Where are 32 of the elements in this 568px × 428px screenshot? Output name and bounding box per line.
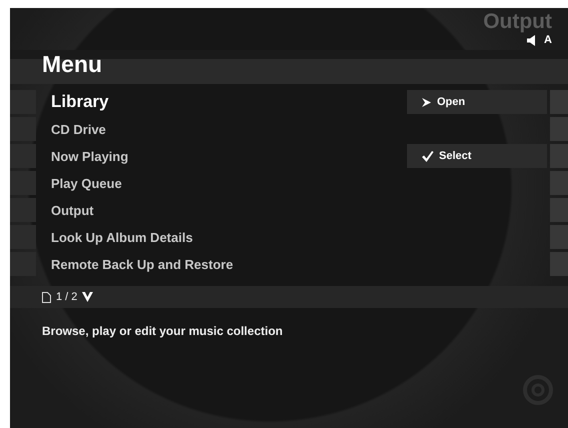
checkmark-icon: [421, 150, 434, 162]
page-icon: [42, 292, 51, 302]
row-tile: [10, 90, 36, 114]
select-button[interactable]: Select: [407, 144, 547, 168]
row-tile: [10, 171, 36, 195]
chevron-down-icon[interactable]: [82, 292, 94, 302]
row-tile: [10, 252, 36, 276]
row-tile: [10, 198, 36, 222]
row-tile: [550, 90, 568, 114]
context-title: Output: [483, 10, 552, 34]
menu-item[interactable]: Output: [39, 198, 404, 222]
row-tile: [550, 117, 568, 141]
menu-item[interactable]: Look Up Album Details: [39, 225, 404, 249]
menu-item[interactable]: Remote Back Up and Restore: [39, 252, 404, 276]
chevron-right-icon: [421, 96, 432, 108]
row-tile: [550, 144, 568, 168]
description-text: Browse, play or edit your music collection: [42, 324, 284, 338]
row-tile: [550, 198, 568, 222]
menu-item[interactable]: Library: [39, 90, 404, 114]
row-tile: [10, 144, 36, 168]
page-counter: 1 / 2: [56, 291, 78, 303]
speaker-label: A: [544, 34, 552, 46]
row-tile: [550, 225, 568, 249]
row-tile: [10, 225, 36, 249]
row-tile: [550, 171, 568, 195]
row-tile: [10, 117, 36, 141]
menu-item[interactable]: Now Playing: [39, 144, 404, 168]
menu-title: Menu: [42, 50, 102, 78]
row-tile: [550, 252, 568, 276]
menu-item[interactable]: Play Queue: [39, 171, 404, 195]
menu-item[interactable]: CD Drive: [39, 117, 404, 141]
open-button[interactable]: Open: [407, 90, 547, 114]
